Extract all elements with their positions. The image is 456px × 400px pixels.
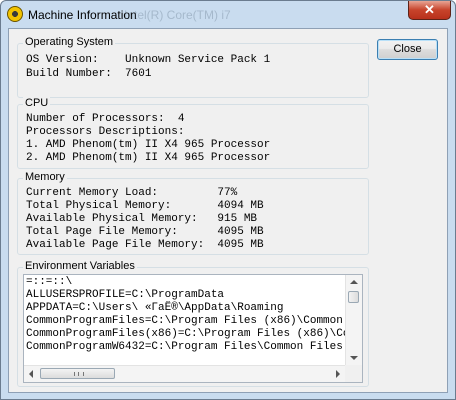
env-group: Environment Variables =::=::\ ALLUSERSPR… [17,260,369,387]
env-list-item[interactable]: ALLUSERSPROFILE=C:\ProgramData [26,289,224,301]
close-button[interactable]: Close [377,39,438,60]
memory-line: Available Page File Memory: 4095 MB [26,239,264,251]
env-listbox[interactable]: =::=::\ ALLUSERSPROFILE=C:\ProgramData A… [23,274,363,383]
os-version-line: OS Version: Unknown Service Pack 1 [26,54,271,66]
dialog-client: Close Operating System OS Version: Unkno… [8,28,448,393]
vertical-scroll-thumb[interactable] [348,291,359,303]
cpu-line: Processors Descriptions: [26,126,185,138]
memory-line: Available Physical Memory: 915 MB [26,213,258,225]
close-x-icon: ✕ [424,2,435,17]
env-list-item[interactable]: APPDATA=C:\Users\ «ГаЁ®\AppData\Roaming [26,302,283,314]
env-group-label: Environment Variables [23,260,137,272]
horizontal-scroll-thumb[interactable] [40,368,115,379]
scroll-down-arrow-icon[interactable] [350,356,358,360]
horizontal-scrollbar[interactable] [24,365,345,382]
os-group: Operating System OS Version: Unknown Ser… [17,36,369,98]
env-list-item[interactable]: CommonProgramFiles(x86)=C:\Program Files… [26,328,362,340]
grip-icon [74,372,84,376]
scroll-left-arrow-icon[interactable] [29,370,33,378]
memory-line: Current Memory Load: 77% [26,187,238,199]
window-title: Machine Information [28,8,137,22]
env-list-item[interactable]: CommonProgramFiles=C:\Program Files (x86… [26,315,362,327]
env-list-item[interactable]: CommonProgramW6432=C:\Program Files\Comm… [26,341,343,353]
memory-group-label: Memory [23,171,67,183]
cpu-line: Number of Processors: 4 [26,113,185,125]
scroll-up-arrow-icon[interactable] [350,280,358,284]
os-group-label: Operating System [23,36,116,48]
window-title-ghost: Intel(R) Core(TM) i7 [124,8,231,22]
memory-line: Total Physical Memory: 4094 MB [26,200,264,212]
memory-group: Memory Current Memory Load: 77% Total Ph… [17,171,369,255]
build-number-line: Build Number: 7601 [26,68,152,80]
cpu-group: CPU Number of Processors: 4 Processors D… [17,97,369,169]
window-close-button[interactable]: ✕ [408,1,451,20]
machine-info-window: Machine Information Intel(R) Core(TM) i7… [0,0,456,400]
cpu-line: 2. AMD Phenom(tm) II X4 965 Processor [26,152,271,164]
title-bar[interactable]: Machine Information Intel(R) Core(TM) i7… [1,1,455,29]
radiation-icon [7,6,23,22]
cpu-line: 1. AMD Phenom(tm) II X4 965 Processor [26,139,271,151]
env-list-item[interactable]: =::=::\ [26,276,72,288]
scrollbar-corner [345,365,362,382]
cpu-group-label: CPU [23,97,51,109]
vertical-scrollbar[interactable] [345,275,362,365]
memory-line: Total Page File Memory: 4095 MB [26,226,264,238]
scroll-right-arrow-icon[interactable] [336,370,340,378]
